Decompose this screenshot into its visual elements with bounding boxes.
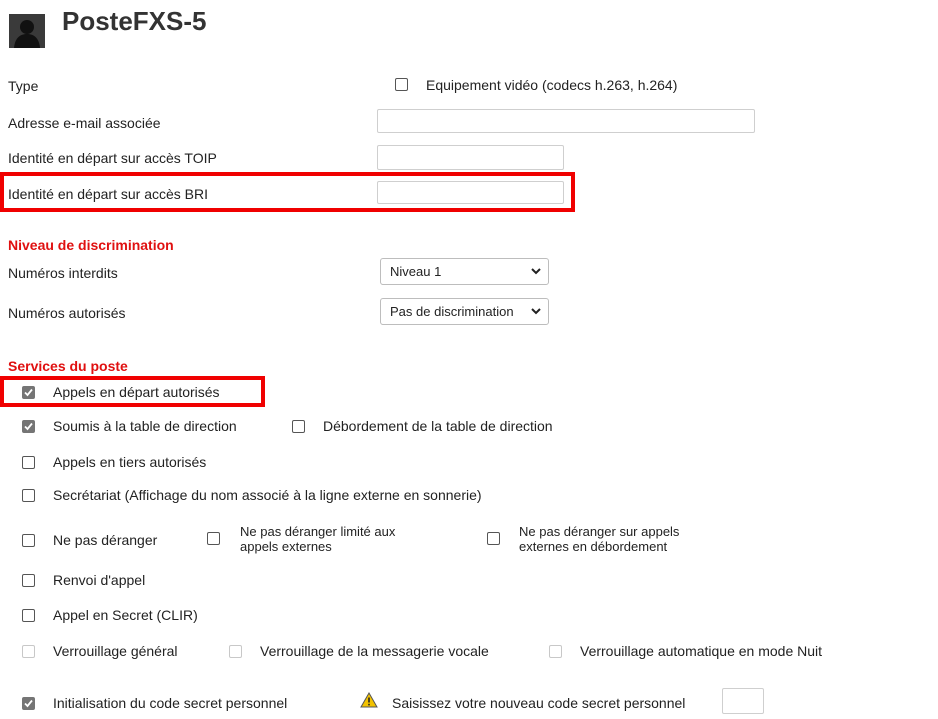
checkmark-icon — [24, 699, 33, 708]
services-section-title: Services du poste — [8, 358, 128, 374]
verrou-general-checkbox — [22, 645, 35, 658]
npd-debordement-label-line2: externes en débordement — [519, 539, 668, 554]
warning-icon — [360, 691, 378, 708]
verrou-messagerie-checkbox — [229, 645, 242, 658]
renvoi-checkbox[interactable] — [22, 574, 35, 587]
init-code-label: Initialisation du code secret personnel — [53, 695, 288, 711]
npd-label: Ne pas déranger — [53, 532, 158, 548]
forbidden-numbers-select[interactable]: Niveau 1 — [380, 258, 549, 285]
verrou-nuit-checkbox — [549, 645, 562, 658]
email-field[interactable] — [377, 109, 755, 133]
verrou-nuit-label: Verrouillage automatique en mode Nuit — [580, 643, 823, 659]
user-avatar-icon — [9, 14, 45, 48]
npd-checkbox[interactable] — [22, 534, 35, 547]
appels-depart-label: Appels en départ autorisés — [53, 384, 220, 400]
clir-label: Appel en Secret (CLIR) — [53, 607, 198, 623]
npd-limite-label-line1: Ne pas déranger limité aux — [240, 524, 396, 539]
video-checkbox[interactable] — [395, 78, 408, 91]
bri-identity-field[interactable] — [377, 181, 564, 204]
toip-identity-field[interactable] — [377, 145, 564, 170]
appels-tiers-checkbox[interactable] — [22, 456, 35, 469]
soumis-table-checkbox[interactable] — [22, 420, 35, 433]
email-label: Adresse e-mail associée — [8, 115, 161, 131]
type-label: Type — [8, 78, 39, 94]
new-code-field[interactable] — [722, 688, 764, 714]
appels-depart-checkbox[interactable] — [22, 386, 35, 399]
forbidden-numbers-label: Numéros interdits — [8, 265, 118, 281]
npd-debordement-label-line1: Ne pas déranger sur appels — [519, 524, 680, 539]
clir-checkbox[interactable] — [22, 609, 35, 622]
checkmark-icon — [24, 422, 33, 431]
page-title: PosteFXS-5 — [62, 6, 207, 36]
debordement-table-label: Débordement de la table de direction — [323, 418, 553, 434]
chevron-down-icon — [531, 308, 541, 315]
checkmark-icon — [24, 388, 33, 397]
verrou-messagerie-label: Verrouillage de la messagerie vocale — [260, 643, 489, 659]
new-code-prompt: Saisissez votre nouveau code secret pers… — [392, 695, 686, 711]
secretariat-label: Secrétariat (Affichage du nom associé à … — [53, 487, 482, 503]
chevron-down-icon — [531, 268, 541, 275]
discrimination-section-title: Niveau de discrimination — [8, 237, 174, 253]
init-code-checkbox[interactable] — [22, 697, 35, 710]
npd-limite-label-line2: appels externes — [240, 539, 332, 554]
allowed-numbers-select[interactable]: Pas de discrimination — [380, 298, 549, 325]
forbidden-numbers-value: Niveau 1 — [390, 264, 442, 279]
secretariat-checkbox[interactable] — [22, 489, 35, 502]
video-checkbox-label: Equipement vidéo (codecs h.263, h.264) — [426, 77, 678, 93]
bri-identity-label: Identité en départ sur accès BRI — [8, 186, 208, 202]
verrou-general-label: Verrouillage général — [53, 643, 178, 659]
renvoi-label: Renvoi d'appel — [53, 572, 146, 588]
appels-tiers-label: Appels en tiers autorisés — [53, 454, 207, 470]
soumis-table-label: Soumis à la table de direction — [53, 418, 237, 434]
npd-limite-checkbox[interactable] — [207, 532, 220, 545]
toip-identity-label: Identité en départ sur accès TOIP — [8, 150, 217, 166]
allowed-numbers-label: Numéros autorisés — [8, 305, 126, 321]
debordement-table-checkbox[interactable] — [292, 420, 305, 433]
npd-debordement-checkbox[interactable] — [487, 532, 500, 545]
allowed-numbers-value: Pas de discrimination — [390, 304, 514, 319]
